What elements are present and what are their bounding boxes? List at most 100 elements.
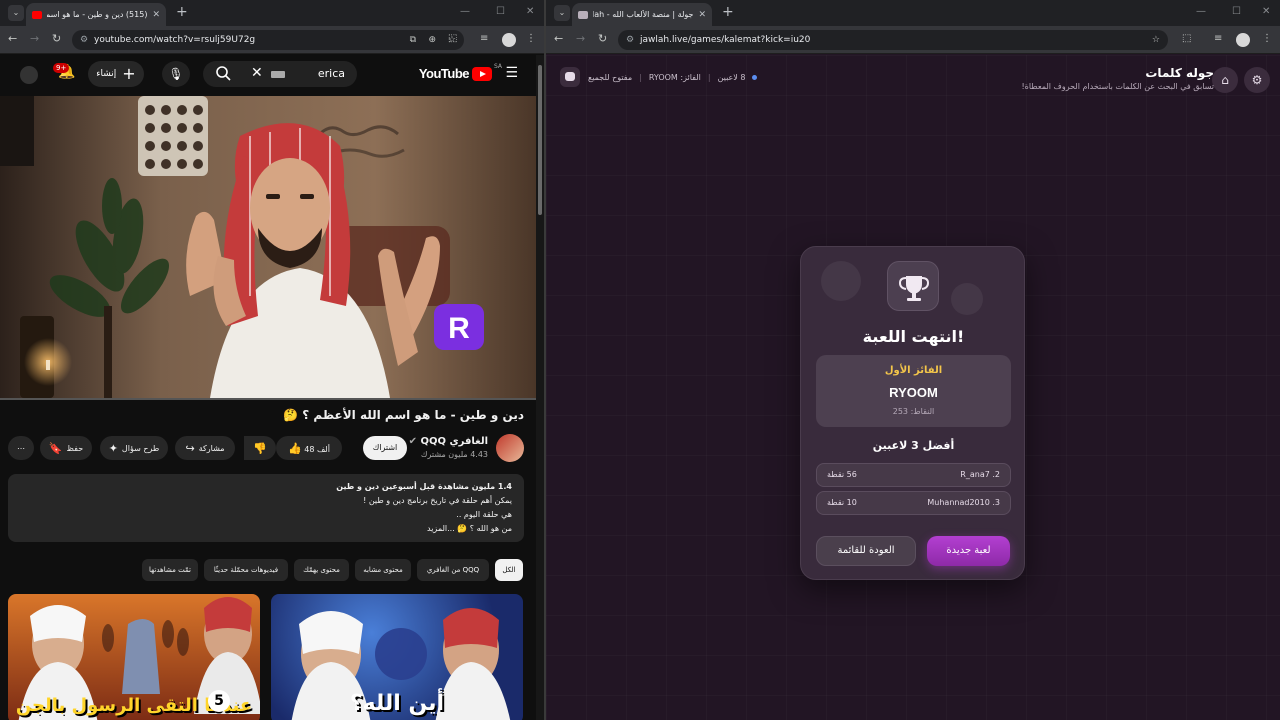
- tab-search-button[interactable]: ⌄: [8, 5, 24, 21]
- reload-icon[interactable]: ↻: [52, 32, 61, 45]
- sparkle-icon: ✦: [108, 441, 118, 455]
- player-count: 8 لاعبين: [717, 73, 746, 82]
- new-game-button[interactable]: لعبة جديدة: [927, 536, 1010, 566]
- site-info-icon[interactable]: ⚙: [80, 30, 88, 50]
- minimize-icon[interactable]: —: [460, 6, 470, 17]
- channel-watermark: R: [448, 312, 470, 345]
- new-tab-button[interactable]: +: [176, 5, 188, 19]
- profile-avatar[interactable]: [502, 33, 516, 47]
- settings-gear-icon[interactable]: ⚙: [1244, 67, 1270, 93]
- site-info-icon[interactable]: ⚙: [626, 30, 634, 50]
- page-scrollbar[interactable]: [536, 55, 544, 720]
- voice-search-icon[interactable]: 🎙: [162, 61, 190, 87]
- close-window-icon[interactable]: ✕: [526, 6, 534, 17]
- close-tab-icon[interactable]: ✕: [152, 10, 160, 20]
- player-points: 56 نقطة: [827, 470, 857, 479]
- forward-icon[interactable]: →: [576, 32, 585, 45]
- jawlah-browser-window: ⌄ جولة | منصة الألعاب الله - Jawlah ✕ + …: [546, 0, 1280, 720]
- create-button[interactable]: إنشاء +: [88, 61, 144, 87]
- back-icon[interactable]: ←: [554, 32, 563, 45]
- like-button[interactable]: 👍 48 ألف: [288, 442, 330, 455]
- region-code: SA: [493, 63, 502, 70]
- youtube-header: ☰ YouTube SA erica ✕ 🎙 إنشاء + 🔔 9+: [0, 55, 536, 93]
- leaderboard-row: 3. Muhannad2010 10 نقطة: [816, 491, 1011, 515]
- description-line-2: يمكن أهم حلقة في تاريخ برنامج دين و طين …: [363, 496, 512, 505]
- close-tab-icon[interactable]: ✕: [698, 10, 706, 20]
- chat-icon[interactable]: [560, 67, 580, 87]
- like-count: 48 ألف: [304, 444, 330, 454]
- share-label: مشاركة: [198, 443, 225, 453]
- game-over-title: انتهت اللعبة!: [862, 327, 965, 346]
- more-actions-button[interactable]: ⋯: [8, 436, 34, 460]
- cast-icon[interactable]: ⧉: [410, 30, 416, 50]
- address-bar[interactable]: ⚙ youtube.com/watch?v=rsulj59U72g ⧉ ⊕ ☆: [72, 30, 464, 50]
- reading-list-icon[interactable]: ≡: [1214, 33, 1222, 44]
- winner-label: الفائز الأول: [884, 365, 943, 376]
- tab-title: (515) دين و طين - ما هو اسم: [47, 10, 148, 19]
- dislike-button[interactable]: 👎: [244, 436, 276, 460]
- chip-recently-uploaded[interactable]: فيديوهات محمّلة حديثًا: [204, 559, 288, 581]
- description-line-3: هي حلقة اليوم ..: [456, 510, 512, 519]
- chip-all[interactable]: الكل: [495, 559, 523, 581]
- save-button[interactable]: 🔖 حفظ: [40, 436, 92, 460]
- channel-avatar[interactable]: [496, 434, 524, 462]
- maximize-icon[interactable]: ☐: [496, 6, 505, 17]
- bookmark-star-icon[interactable]: ☆: [1152, 30, 1160, 50]
- chip-watched[interactable]: تمّت مشاهدتها: [142, 559, 198, 581]
- logo-wordmark: YouTube: [418, 66, 470, 81]
- account-avatar[interactable]: [20, 66, 38, 84]
- tab-jawlah[interactable]: جولة | منصة الألعاب الله - Jawlah ✕: [572, 3, 712, 26]
- subscribe-button[interactable]: اشتراك: [363, 436, 407, 460]
- search-box[interactable]: erica ✕: [203, 61, 357, 87]
- new-tab-button[interactable]: +: [722, 5, 734, 19]
- reload-icon[interactable]: ↻: [598, 32, 607, 45]
- top-players-heading: أفضل 3 لاعبين: [872, 439, 955, 452]
- home-icon[interactable]: ⌂: [1212, 67, 1238, 93]
- extensions-icon[interactable]: ⬚: [448, 33, 457, 44]
- zoom-icon[interactable]: ⊕: [428, 30, 436, 50]
- play-logo-icon: [472, 66, 492, 81]
- forward-icon[interactable]: →: [30, 32, 39, 45]
- winner-panel: الفائز الأول RYOOM النقاط: 253: [816, 355, 1011, 427]
- tab-youtube[interactable]: (515) دين و طين - ما هو اسم ✕: [26, 3, 166, 26]
- video-description[interactable]: 1.4 مليون مشاهدة قبل أسبوعين دين و طين ي…: [8, 474, 524, 542]
- player-points: 10 نقطة: [827, 498, 857, 507]
- browser-menu-icon[interactable]: ⋮: [1262, 33, 1272, 44]
- back-icon[interactable]: ←: [8, 32, 17, 45]
- browser-menu-icon[interactable]: ⋮: [526, 33, 536, 44]
- game-over-card: انتهت اللعبة! الفائز الأول RYOOM النقاط:…: [800, 246, 1025, 580]
- address-url: youtube.com/watch?v=rsulj59U72g: [94, 35, 256, 45]
- maximize-icon[interactable]: ☐: [1232, 6, 1241, 17]
- hamburger-menu-icon[interactable]: ☰: [505, 65, 518, 81]
- search-input[interactable]: erica: [318, 67, 345, 80]
- share-button[interactable]: ↪ مشاركة: [175, 436, 235, 460]
- extensions-icon[interactable]: ⬚: [1182, 33, 1191, 44]
- scrollbar-thumb[interactable]: [538, 65, 542, 215]
- chip-similar[interactable]: محتوى مشابه: [355, 559, 411, 581]
- chip-from-channel[interactable]: من الغافري QQQ: [417, 559, 489, 581]
- thumbs-up-icon: 👍: [288, 441, 302, 455]
- video-progress-bar[interactable]: [0, 398, 536, 400]
- description-line-1: 1.4 مليون مشاهدة قبل أسبوعين دين و طين: [336, 482, 512, 491]
- clear-search-icon[interactable]: ✕: [251, 65, 263, 81]
- channel-name[interactable]: الغافري QQQ ✔: [409, 436, 488, 447]
- search-icon[interactable]: [215, 65, 231, 81]
- subscriber-count: 4.43 مليون مشترك: [420, 450, 488, 459]
- keyboard-icon[interactable]: [271, 71, 285, 78]
- close-window-icon[interactable]: ✕: [1262, 6, 1270, 17]
- thumbnail-caption: أين الله؟: [349, 691, 445, 716]
- back-to-menu-button[interactable]: العودة للقائمة: [816, 536, 916, 566]
- related-video-thumbnail[interactable]: أين الله؟: [271, 594, 523, 720]
- profile-avatar[interactable]: [1236, 33, 1250, 47]
- tab-search-button[interactable]: ⌄: [554, 5, 570, 21]
- plus-icon: +: [122, 64, 136, 83]
- video-player[interactable]: R: [0, 96, 536, 398]
- chip-for-you[interactable]: محتوى يهمّك: [294, 559, 349, 581]
- ask-question-button[interactable]: ✦ طرح سؤال: [100, 436, 168, 460]
- minimize-icon[interactable]: —: [1196, 6, 1206, 17]
- reading-list-icon[interactable]: ≡: [480, 33, 488, 44]
- youtube-logo[interactable]: YouTube SA: [418, 63, 502, 81]
- address-bar[interactable]: ⚙ jawlah.live/games/kalemat?kick=iu20 ☆: [618, 30, 1168, 50]
- related-video-thumbnail[interactable]: عندما التقى الرسول بالجن 5: [8, 594, 260, 720]
- browser-toolbar: ← → ↻ ⚙ youtube.com/watch?v=rsulj59U72g …: [0, 26, 544, 54]
